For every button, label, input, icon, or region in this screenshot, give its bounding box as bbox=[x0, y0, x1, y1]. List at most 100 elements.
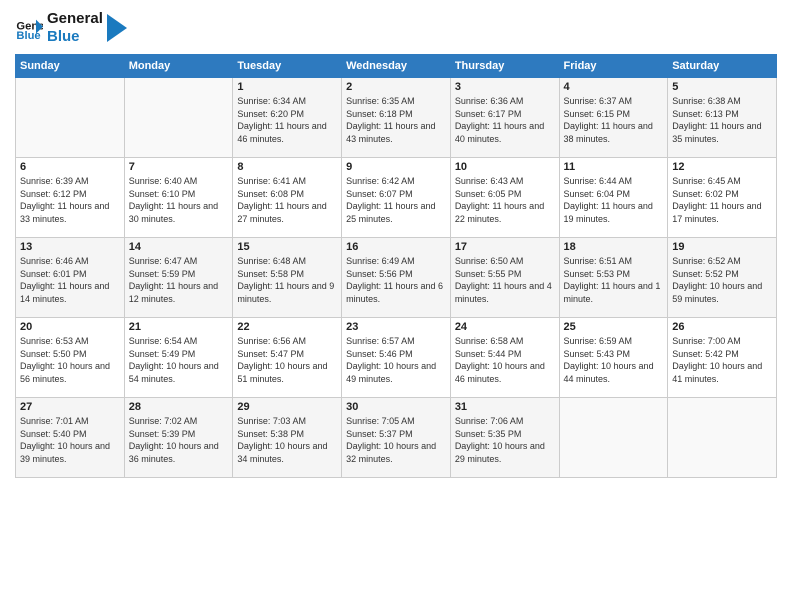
logo-icon: General Blue bbox=[15, 14, 43, 42]
cell-content: Sunrise: 6:52 AMSunset: 5:52 PMDaylight:… bbox=[672, 255, 772, 305]
calendar-cell: 18 Sunrise: 6:51 AMSunset: 5:53 PMDayligh… bbox=[559, 238, 668, 318]
calendar-cell: 8Sunrise: 6:41 AMSunset: 6:08 PMDaylight… bbox=[233, 158, 342, 238]
calendar-cell: 2 Sunrise: 6:35 AMSunset: 6:18 PMDaylight… bbox=[342, 78, 451, 158]
calendar-cell: 4 Sunrise: 6:37 AMSunset: 6:15 PMDaylight… bbox=[559, 78, 668, 158]
header-row: SundayMondayTuesdayWednesdayThursdayFrid… bbox=[16, 55, 777, 78]
day-number: 19 bbox=[672, 241, 772, 253]
day-header-saturday: Saturday bbox=[668, 55, 777, 78]
cell-content: Sunrise: 6:43 AMSunset: 6:05 PMDaylight:… bbox=[455, 175, 555, 225]
cell-content: Sunrise: 6:41 AMSunset: 6:08 PMDaylight:… bbox=[237, 175, 337, 225]
calendar-cell: 17 Sunrise: 6:50 AMSunset: 5:55 PMDayligh… bbox=[450, 238, 559, 318]
calendar-page: General Blue General Blue SundayMondayTu… bbox=[0, 0, 792, 612]
calendar-week-3: 13 Sunrise: 6:46 AMSunset: 6:01 PMDayligh… bbox=[16, 238, 777, 318]
calendar-cell: 7Sunrise: 6:40 AMSunset: 6:10 PMDaylight… bbox=[124, 158, 233, 238]
calendar-cell: 21 Sunrise: 6:54 AMSunset: 5:49 PMDayligh… bbox=[124, 318, 233, 398]
day-number: 12 bbox=[672, 161, 772, 173]
day-number: 18 bbox=[564, 241, 664, 253]
day-number: 2 bbox=[346, 81, 446, 93]
calendar-cell: 30 Sunrise: 7:05 AMSunset: 5:37 PMDayligh… bbox=[342, 398, 451, 478]
calendar-cell: 11Sunrise: 6:44 AMSunset: 6:04 PMDayligh… bbox=[559, 158, 668, 238]
calendar-cell: 14Sunrise: 6:47 AMSunset: 5:59 PMDayligh… bbox=[124, 238, 233, 318]
day-number: 4 bbox=[564, 81, 664, 93]
day-number: 28 bbox=[129, 401, 229, 413]
day-number: 3 bbox=[455, 81, 555, 93]
cell-content: Sunrise: 6:37 AMSunset: 6:15 PMDaylight:… bbox=[564, 95, 664, 145]
cell-content: Sunrise: 6:49 AMSunset: 5:56 PMDaylight:… bbox=[346, 255, 446, 305]
cell-content: Sunrise: 7:03 AMSunset: 5:38 PMDaylight:… bbox=[237, 415, 337, 465]
calendar-cell: 16 Sunrise: 6:49 AMSunset: 5:56 PMDayligh… bbox=[342, 238, 451, 318]
day-number: 17 bbox=[455, 241, 555, 253]
calendar-cell: 10Sunrise: 6:43 AMSunset: 6:05 PMDayligh… bbox=[450, 158, 559, 238]
calendar-cell bbox=[668, 398, 777, 478]
day-number: 25 bbox=[564, 321, 664, 333]
calendar-cell: 23 Sunrise: 6:57 AMSunset: 5:46 PMDayligh… bbox=[342, 318, 451, 398]
calendar-cell: 12 Sunrise: 6:45 AMSunset: 6:02 PMDayligh… bbox=[668, 158, 777, 238]
calendar-cell: 5 Sunrise: 6:38 AMSunset: 6:13 PMDaylight… bbox=[668, 78, 777, 158]
day-number: 21 bbox=[129, 321, 229, 333]
cell-content: Sunrise: 6:46 AMSunset: 6:01 PMDaylight:… bbox=[20, 255, 120, 305]
cell-content: Sunrise: 6:34 AMSunset: 6:20 PMDaylight:… bbox=[237, 95, 337, 145]
calendar-cell: 27Sunrise: 7:01 AMSunset: 5:40 PMDayligh… bbox=[16, 398, 125, 478]
calendar-week-5: 27Sunrise: 7:01 AMSunset: 5:40 PMDayligh… bbox=[16, 398, 777, 478]
calendar-cell: 6 Sunrise: 6:39 AMSunset: 6:12 PMDaylight… bbox=[16, 158, 125, 238]
cell-content: Sunrise: 6:53 AMSunset: 5:50 PMDaylight:… bbox=[20, 335, 120, 385]
day-header-tuesday: Tuesday bbox=[233, 55, 342, 78]
cell-content: Sunrise: 6:39 AMSunset: 6:12 PMDaylight:… bbox=[20, 175, 120, 225]
day-number: 26 bbox=[672, 321, 772, 333]
calendar-cell: 19 Sunrise: 6:52 AMSunset: 5:52 PMDayligh… bbox=[668, 238, 777, 318]
calendar-cell: 29Sunrise: 7:03 AMSunset: 5:38 PMDayligh… bbox=[233, 398, 342, 478]
calendar-cell bbox=[559, 398, 668, 478]
day-number: 31 bbox=[455, 401, 555, 413]
calendar-cell: 31 Sunrise: 7:06 AMSunset: 5:35 PMDayligh… bbox=[450, 398, 559, 478]
calendar-cell bbox=[124, 78, 233, 158]
calendar-cell: 3 Sunrise: 6:36 AMSunset: 6:17 PMDaylight… bbox=[450, 78, 559, 158]
logo-text-blue: Blue bbox=[47, 28, 103, 46]
calendar-cell: 9 Sunrise: 6:42 AMSunset: 6:07 PMDaylight… bbox=[342, 158, 451, 238]
cell-content: Sunrise: 6:48 AMSunset: 5:58 PMDaylight:… bbox=[237, 255, 337, 305]
calendar-cell: 25 Sunrise: 6:59 AMSunset: 5:43 PMDayligh… bbox=[559, 318, 668, 398]
calendar-cell: 1 Sunrise: 6:34 AMSunset: 6:20 PMDaylight… bbox=[233, 78, 342, 158]
day-number: 5 bbox=[672, 81, 772, 93]
day-header-sunday: Sunday bbox=[16, 55, 125, 78]
calendar-cell: 13 Sunrise: 6:46 AMSunset: 6:01 PMDayligh… bbox=[16, 238, 125, 318]
day-number: 9 bbox=[346, 161, 446, 173]
calendar-cell: 24Sunrise: 6:58 AMSunset: 5:44 PMDayligh… bbox=[450, 318, 559, 398]
cell-content: Sunrise: 6:59 AMSunset: 5:43 PMDaylight:… bbox=[564, 335, 664, 385]
cell-content: Sunrise: 6:51 AMSunset: 5:53 PMDaylight:… bbox=[564, 255, 664, 305]
day-number: 30 bbox=[346, 401, 446, 413]
cell-content: Sunrise: 6:40 AMSunset: 6:10 PMDaylight:… bbox=[129, 175, 229, 225]
calendar-cell: 26 Sunrise: 7:00 AMSunset: 5:42 PMDayligh… bbox=[668, 318, 777, 398]
day-number: 20 bbox=[20, 321, 120, 333]
cell-content: Sunrise: 6:50 AMSunset: 5:55 PMDaylight:… bbox=[455, 255, 555, 305]
day-number: 15 bbox=[237, 241, 337, 253]
cell-content: Sunrise: 6:38 AMSunset: 6:13 PMDaylight:… bbox=[672, 95, 772, 145]
logo: General Blue General Blue bbox=[15, 10, 127, 46]
cell-content: Sunrise: 6:36 AMSunset: 6:17 PMDaylight:… bbox=[455, 95, 555, 145]
cell-content: Sunrise: 6:42 AMSunset: 6:07 PMDaylight:… bbox=[346, 175, 446, 225]
cell-content: Sunrise: 7:06 AMSunset: 5:35 PMDaylight:… bbox=[455, 415, 555, 465]
header: General Blue General Blue bbox=[15, 10, 777, 46]
day-number: 1 bbox=[237, 81, 337, 93]
cell-content: Sunrise: 6:57 AMSunset: 5:46 PMDaylight:… bbox=[346, 335, 446, 385]
cell-content: Sunrise: 7:02 AMSunset: 5:39 PMDaylight:… bbox=[129, 415, 229, 465]
day-number: 13 bbox=[20, 241, 120, 253]
cell-content: Sunrise: 6:35 AMSunset: 6:18 PMDaylight:… bbox=[346, 95, 446, 145]
day-number: 23 bbox=[346, 321, 446, 333]
calendar-cell bbox=[16, 78, 125, 158]
cell-content: Sunrise: 6:58 AMSunset: 5:44 PMDaylight:… bbox=[455, 335, 555, 385]
day-header-wednesday: Wednesday bbox=[342, 55, 451, 78]
cell-content: Sunrise: 6:54 AMSunset: 5:49 PMDaylight:… bbox=[129, 335, 229, 385]
day-number: 11 bbox=[564, 161, 664, 173]
calendar-table: SundayMondayTuesdayWednesdayThursdayFrid… bbox=[15, 54, 777, 478]
cell-content: Sunrise: 6:45 AMSunset: 6:02 PMDaylight:… bbox=[672, 175, 772, 225]
cell-content: Sunrise: 6:56 AMSunset: 5:47 PMDaylight:… bbox=[237, 335, 337, 385]
calendar-cell: 15 Sunrise: 6:48 AMSunset: 5:58 PMDayligh… bbox=[233, 238, 342, 318]
day-number: 6 bbox=[20, 161, 120, 173]
cell-content: Sunrise: 7:00 AMSunset: 5:42 PMDaylight:… bbox=[672, 335, 772, 385]
cell-content: Sunrise: 7:05 AMSunset: 5:37 PMDaylight:… bbox=[346, 415, 446, 465]
calendar-week-1: 1 Sunrise: 6:34 AMSunset: 6:20 PMDaylight… bbox=[16, 78, 777, 158]
logo-text-general: General bbox=[47, 10, 103, 28]
day-number: 16 bbox=[346, 241, 446, 253]
logo-arrow-icon bbox=[107, 14, 127, 42]
calendar-week-2: 6 Sunrise: 6:39 AMSunset: 6:12 PMDaylight… bbox=[16, 158, 777, 238]
